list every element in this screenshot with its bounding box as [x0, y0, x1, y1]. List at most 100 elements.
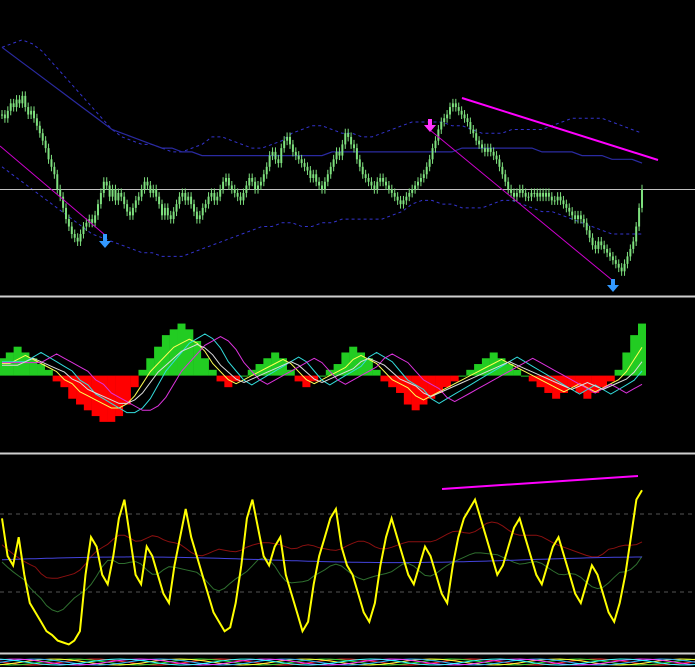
candle-body	[306, 166, 309, 171]
candle-body	[501, 166, 504, 175]
candle-body	[65, 207, 67, 220]
candle-body	[460, 110, 463, 115]
histogram-bar	[185, 329, 194, 376]
chart-window	[0, 0, 695, 667]
candle-body	[30, 110, 33, 115]
candle-body	[291, 144, 294, 152]
candle-body	[577, 215, 579, 220]
candle-body	[158, 196, 161, 205]
candle-body	[498, 159, 501, 167]
candle-body	[271, 151, 274, 156]
candle-body	[318, 181, 321, 186]
candle-body	[434, 140, 437, 149]
candle-body	[382, 178, 385, 182]
candle-body	[483, 148, 486, 152]
candle-body	[47, 148, 50, 160]
histogram-bar	[130, 375, 139, 388]
candle-body	[469, 122, 472, 130]
candle-body	[524, 192, 527, 197]
candle-body	[204, 204, 207, 208]
candle-body	[626, 256, 629, 264]
candle-body	[585, 222, 588, 231]
candle-body	[364, 174, 367, 178]
candle-body	[227, 178, 230, 186]
histogram-bar	[638, 323, 646, 376]
candle-body	[582, 219, 585, 223]
candle-body	[486, 148, 489, 152]
candle-body	[609, 252, 611, 257]
candle-body	[591, 237, 594, 246]
candle-body	[56, 174, 59, 190]
candle-body	[321, 185, 323, 190]
histogram-bar	[294, 375, 303, 382]
candle-body	[338, 151, 341, 156]
candle-body	[545, 192, 547, 197]
histogram-bar	[83, 375, 92, 411]
histogram-bar	[606, 375, 615, 382]
candle-body	[341, 144, 344, 156]
candle-body	[198, 215, 201, 220]
candle-body	[303, 163, 306, 167]
candle-body	[606, 248, 609, 253]
candle-body	[155, 189, 158, 197]
candle-body	[259, 181, 262, 186]
candle-body	[347, 133, 350, 137]
candle-body	[297, 155, 300, 160]
candle-body	[623, 263, 626, 272]
candle-body	[547, 192, 550, 197]
candle-body	[361, 166, 364, 175]
candle-body	[422, 174, 425, 178]
histogram-bar	[458, 375, 467, 377]
candle-body	[73, 234, 76, 238]
candle-body	[248, 178, 251, 186]
candle-body	[440, 122, 443, 130]
candle-body	[163, 207, 166, 216]
candle-body	[417, 181, 419, 186]
candle-body	[373, 185, 376, 190]
candle-body	[353, 144, 355, 149]
histogram-bar	[528, 375, 537, 382]
candle-body	[70, 226, 73, 234]
candle-body	[59, 189, 62, 197]
candle-body	[454, 103, 457, 108]
candle-body	[559, 196, 562, 201]
candle-body	[137, 196, 140, 201]
candle-body	[617, 263, 620, 268]
candle-body	[195, 211, 198, 220]
candle-body	[478, 140, 481, 145]
candle-body	[178, 196, 181, 205]
candle-body	[131, 207, 134, 216]
candle-body	[428, 159, 431, 167]
histogram-bar	[200, 358, 209, 376]
candle-body	[9, 103, 12, 111]
histogram-bar	[614, 369, 623, 376]
candle-body	[507, 181, 510, 190]
candle-body	[449, 107, 451, 115]
candle-body	[129, 211, 131, 216]
candle-body	[280, 148, 283, 164]
candle-body	[190, 196, 193, 205]
candle-body	[641, 189, 643, 208]
histogram-bar	[520, 375, 529, 377]
candle-body	[161, 204, 163, 216]
candle-body	[332, 159, 335, 167]
candle-body	[588, 230, 591, 238]
candle-body	[99, 192, 102, 205]
histogram-bar	[442, 375, 451, 388]
candle-body	[370, 181, 373, 186]
candle-body	[239, 196, 242, 201]
candle-body	[513, 192, 515, 197]
candle-body	[620, 267, 623, 272]
candle-body	[38, 125, 41, 134]
candle-body	[1, 114, 3, 116]
candle-body	[635, 226, 638, 242]
candle-body	[492, 151, 495, 156]
histogram-bar	[5, 352, 14, 376]
candle-body	[111, 189, 114, 197]
candle-body	[379, 178, 382, 182]
candle-body	[309, 170, 312, 178]
candle-body	[550, 196, 553, 201]
candle-body	[399, 200, 402, 205]
candle-body	[201, 207, 204, 216]
candle-body	[344, 133, 347, 145]
